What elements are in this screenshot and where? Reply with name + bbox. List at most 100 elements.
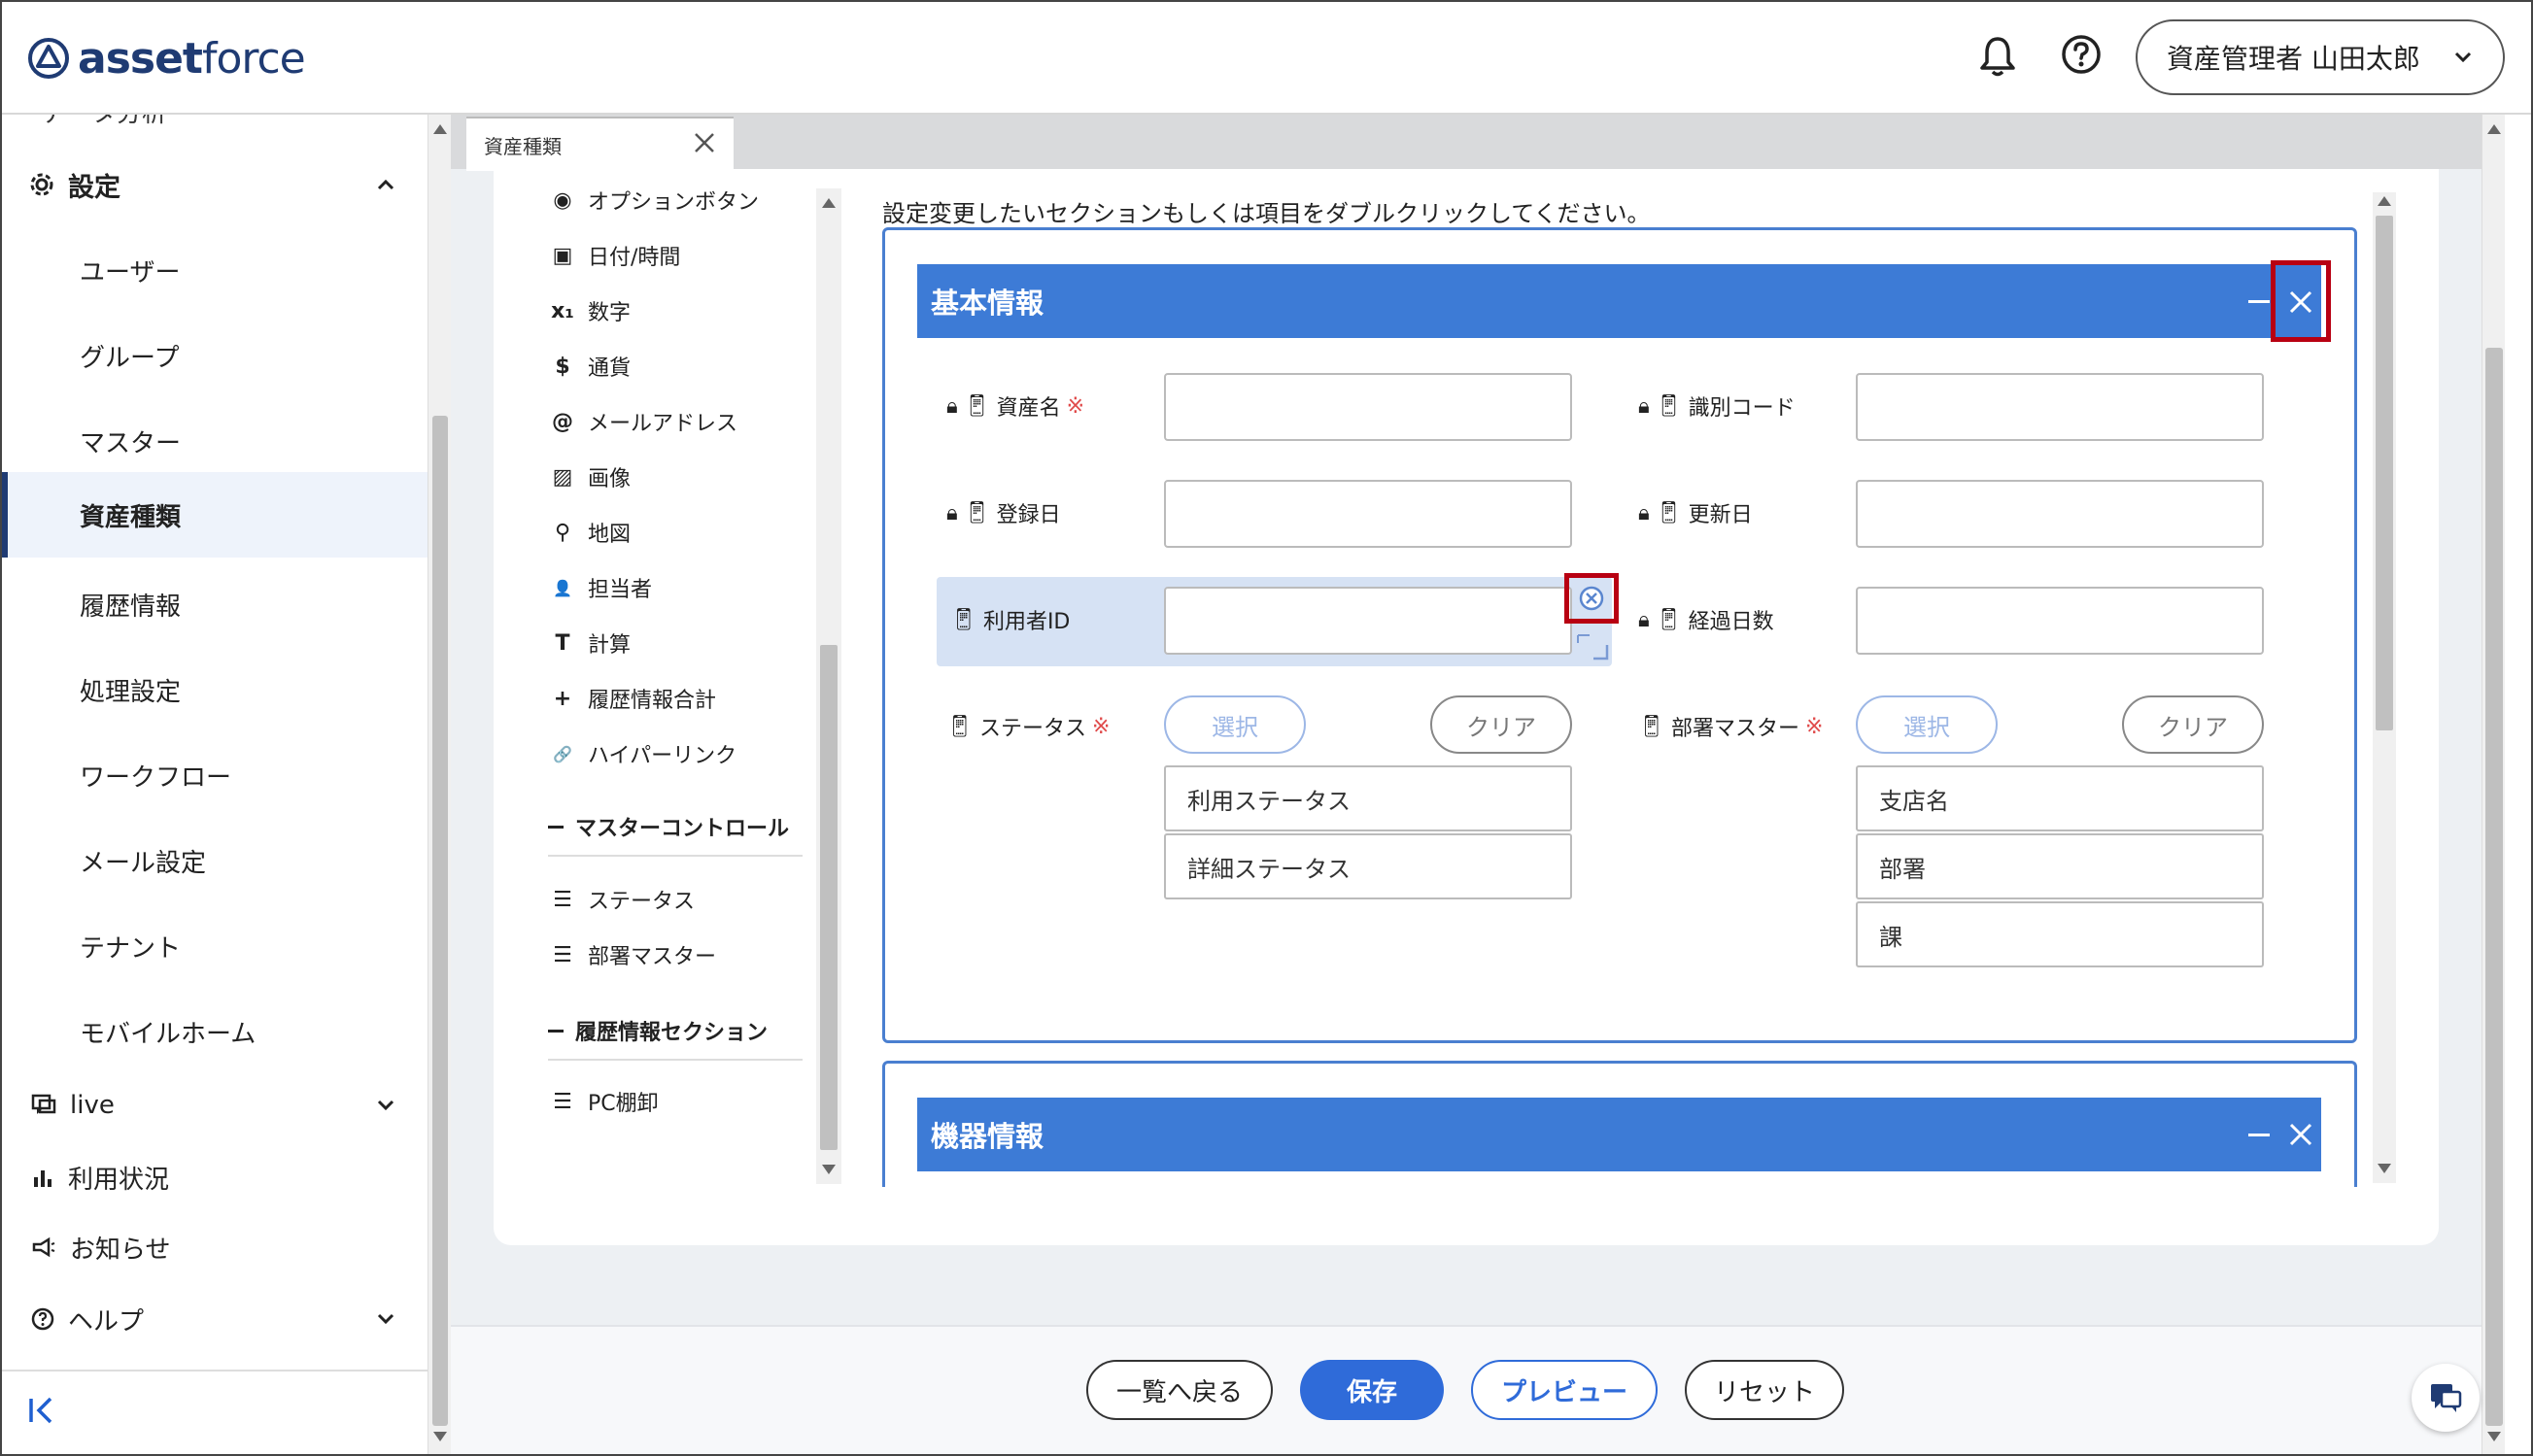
scroll-down-icon[interactable]: [433, 1432, 447, 1441]
sidebar-item-users[interactable]: ユーザー: [2, 227, 428, 313]
lock-icon: 🔒︎: [946, 393, 958, 419]
status-clear-button[interactable]: クリア: [1430, 695, 1572, 754]
close-tab-icon[interactable]: [692, 130, 717, 155]
save-button[interactable]: 保存: [1300, 1360, 1444, 1420]
palette-item-label: オプションボタン: [588, 190, 760, 215]
section-header-device-info[interactable]: 機器情報: [917, 1098, 2321, 1171]
scroll-down-icon[interactable]: [2487, 1432, 2501, 1441]
palette-item-calculation[interactable]: T 計算: [551, 618, 631, 668]
palette-item-option-button[interactable]: ◉ オプションボタン: [551, 175, 759, 225]
palette-item-image[interactable]: ▨ 画像: [551, 452, 631, 502]
sidebar-item-live[interactable]: live: [2, 1070, 428, 1140]
scroll-up-icon[interactable]: [433, 124, 447, 134]
palette-item-currency[interactable]: $ 通貨: [551, 341, 631, 391]
sidebar-section-settings[interactable]: 設定: [2, 142, 428, 227]
palette-item-label: 担当者: [588, 578, 653, 602]
palette-group-master-control[interactable]: マスターコントロール: [548, 798, 803, 857]
preview-button[interactable]: プレビュー: [1471, 1360, 1658, 1420]
sidebar-item-data-analysis[interactable]: データ分析: [41, 115, 167, 129]
scroll-up-icon[interactable]: [822, 198, 836, 208]
logo[interactable]: assetforce: [27, 31, 306, 85]
sidebar-item-mail[interactable]: メール設定: [2, 818, 428, 903]
palette-item-map[interactable]: ⚲ 地図: [551, 507, 631, 558]
elapsed-days-input[interactable]: [1856, 587, 2264, 655]
list-icon: ☰: [553, 1089, 572, 1114]
palette-item-datetime[interactable]: ▣ 日付/時間: [551, 230, 681, 281]
palette-item-history-sum[interactable]: + 履歴情報合計: [551, 673, 716, 724]
minimize-icon[interactable]: [2248, 300, 2270, 303]
back-to-list-button[interactable]: 一覧へ戻る: [1086, 1360, 1273, 1420]
help-icon[interactable]: [2060, 33, 2103, 76]
minimize-icon[interactable]: [2248, 1134, 2270, 1136]
instruction-text: 設定変更したいセクションもしくは項目をダブルクリックしてください。: [882, 200, 1651, 227]
sidebar-item-master[interactable]: マスター: [2, 398, 428, 484]
sidebar-scrollbar[interactable]: [428, 115, 451, 1454]
sidebar-item-history[interactable]: 履歴情報: [2, 561, 428, 647]
remove-field-icon[interactable]: [1576, 583, 1607, 614]
palette-scrollbar[interactable]: [816, 188, 841, 1184]
field-label-elapsed-days[interactable]: 🔒︎ 📱︎ 経過日数: [1638, 587, 1774, 653]
sidebar-item-usage[interactable]: 利用状況: [2, 1142, 428, 1212]
sidebar-item-mobile-home[interactable]: モバイルホーム: [2, 989, 428, 1074]
palette-item-assignee[interactable]: 👤 担当者: [551, 562, 652, 613]
scroll-up-icon[interactable]: [2487, 124, 2501, 134]
field-label-id-code[interactable]: 🔒︎ 📱︎ 識別コード: [1638, 373, 1796, 439]
list-icon: ☰: [553, 942, 572, 967]
field-label-reg-date[interactable]: 🔒︎ 📱︎ 登録日: [946, 480, 1061, 546]
dept-option: 課: [1856, 901, 2264, 967]
reg-date-input[interactable]: [1164, 480, 1572, 548]
sidebar-item-workflow[interactable]: ワークフロー: [2, 732, 428, 818]
scroll-down-icon[interactable]: [2378, 1164, 2391, 1173]
field-label-status[interactable]: 📱︎ ステータス ※: [946, 694, 1110, 760]
sidebar-item-asset-types[interactable]: 資産種類: [2, 472, 428, 558]
close-section-icon[interactable]: [2277, 1111, 2324, 1158]
sidebar-item-help[interactable]: ヘルプ: [2, 1284, 428, 1354]
scrollbar-thumb[interactable]: [2485, 348, 2503, 1426]
close-section-icon[interactable]: [2277, 279, 2324, 325]
palette-item-email[interactable]: @ メールアドレス: [551, 396, 737, 447]
page-scrollbar[interactable]: [2482, 115, 2505, 1454]
scrollbar-thumb[interactable]: [2376, 216, 2393, 730]
upd-date-input[interactable]: [1856, 480, 2264, 548]
palette-item-status[interactable]: ☰ ステータス: [551, 874, 695, 925]
resize-handle-icon[interactable]: [1574, 627, 1613, 662]
sidebar-item-label: グループ: [80, 343, 180, 373]
field-label-asset-name[interactable]: 🔒︎ 📱︎ 資産名 ※: [946, 373, 1084, 439]
asset-name-input[interactable]: [1164, 373, 1572, 441]
sidebar-item-processing[interactable]: 処理設定: [2, 647, 428, 732]
reset-button[interactable]: リセット: [1685, 1360, 1844, 1420]
bell-icon[interactable]: [1977, 34, 2018, 79]
sidebar-item-tenant[interactable]: テナント: [2, 903, 428, 989]
plus-icon: +: [553, 686, 572, 711]
required-mark: ※: [1804, 714, 1824, 739]
status-select-button[interactable]: 選択: [1164, 695, 1306, 754]
field-label-dept-master[interactable]: 📱︎ 部署マスター ※: [1638, 694, 1823, 760]
id-code-input[interactable]: [1856, 373, 2264, 441]
sidebar-item-groups[interactable]: グループ: [2, 313, 428, 398]
scroll-up-icon[interactable]: [2378, 196, 2391, 206]
collapse-sidebar-icon[interactable]: [25, 1393, 60, 1428]
dept-clear-button[interactable]: クリア: [2122, 695, 2264, 754]
dept-select-button[interactable]: 選択: [1856, 695, 1998, 754]
section-header-basic-info[interactable]: 基本情報: [917, 264, 2321, 338]
calendar-icon: ▣: [552, 243, 573, 268]
scrollbar-thumb[interactable]: [820, 645, 838, 1150]
chat-bubble-icon: [2431, 1384, 2462, 1412]
logo-wordmark: assetforce: [78, 33, 306, 84]
sidebar-item-notice[interactable]: お知らせ: [2, 1212, 428, 1282]
palette-item-hyperlink[interactable]: 🔗 ハイパーリンク: [551, 728, 736, 779]
palette-item-number[interactable]: x₁ 数字: [551, 286, 631, 336]
user-menu-button[interactable]: 資産管理者 山田太郎: [2136, 19, 2505, 95]
canvas-scrollbar[interactable]: [2373, 192, 2396, 1183]
scroll-down-icon[interactable]: [822, 1165, 836, 1174]
field-label-upd-date[interactable]: 🔒︎ 📱︎ 更新日: [1638, 480, 1753, 546]
user-id-input[interactable]: [1164, 587, 1572, 655]
scrollbar-thumb[interactable]: [432, 416, 448, 1426]
chat-support-button[interactable]: [2412, 1364, 2480, 1432]
field-label-user-id[interactable]: 📱︎ 利用者ID: [950, 587, 1070, 653]
palette-item-dept-master[interactable]: ☰ 部署マスター: [551, 930, 716, 980]
field-label-text: 利用者ID: [982, 610, 1071, 634]
palette-group-history-section[interactable]: 履歴情報セクション: [548, 1002, 803, 1061]
lock-icon: 🔒︎: [1638, 607, 1650, 632]
palette-item-pc-inventory[interactable]: ☰ PC棚卸: [551, 1076, 659, 1127]
